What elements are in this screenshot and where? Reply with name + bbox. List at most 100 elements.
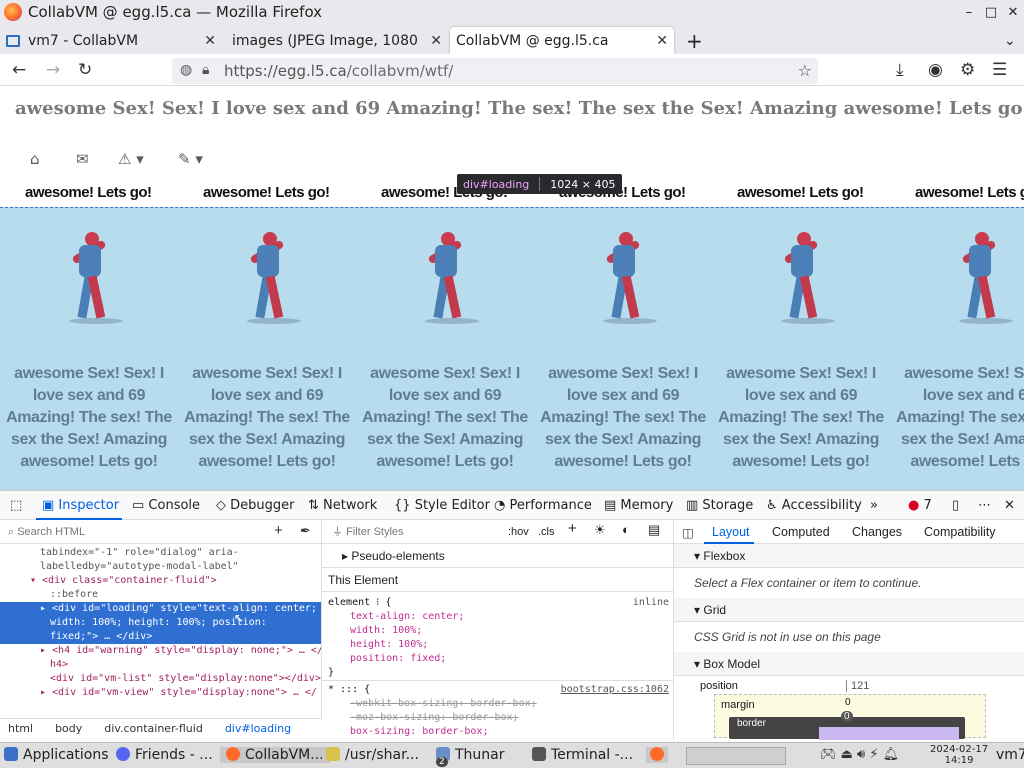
toggle-panel-icon[interactable]: ◫ [682, 525, 694, 540]
eyedropper-icon[interactable]: ✒ [300, 524, 311, 538]
lock-icon[interactable]: 🔒︎ [202, 62, 209, 78]
rule-decl-overridden[interactable]: -webkit-box-sizing: border-box; [322, 697, 673, 711]
taskbar-item-collabvm[interactable]: CollabVM... [220, 747, 330, 763]
markup-line[interactable]: labelledby="autotype-modal-label" [0, 560, 321, 574]
margin-value[interactable]: 0 [845, 697, 851, 708]
rule-source-link[interactable]: bootstrap.css:1062 [561, 683, 669, 697]
pick-element-icon[interactable]: ⬚ [10, 498, 22, 513]
workspace-switcher[interactable] [686, 747, 786, 765]
error-count-badge[interactable]: ● 7 [908, 498, 932, 513]
tab-inspector[interactable]: ▣ Inspector [42, 498, 119, 513]
minimize-button[interactable]: – [958, 5, 980, 20]
firefox-launcher-icon[interactable] [646, 747, 668, 763]
user-name[interactable]: vm7 [996, 747, 1024, 763]
search-icon: ⌕ [8, 525, 18, 538]
extensions-icon[interactable]: ⚙ [960, 60, 975, 80]
tab-layout[interactable]: Layout [712, 525, 750, 539]
tab-storage[interactable]: ▥ Storage [686, 498, 753, 513]
close-tab-icon[interactable]: ✕ [656, 33, 668, 49]
markup-line-selected[interactable]: fixed;"> … </div> [0, 630, 321, 644]
tab-vm7[interactable]: vm7 - CollabVM ✕ [0, 27, 222, 54]
add-rule-icon[interactable]: + [568, 521, 577, 536]
rule-decl[interactable]: width: 100%; [322, 624, 673, 638]
home-icon[interactable]: ⌂ [30, 150, 40, 168]
rule-decl[interactable]: text-align: center; [322, 610, 673, 624]
position-value: 121 [846, 680, 869, 692]
brush-icon[interactable]: ✎ ▾ [178, 150, 203, 168]
tab-collabvm[interactable]: CollabVM @ egg.l5.ca ✕ [450, 27, 674, 54]
breadcrumb-item[interactable]: div.container-fluid [104, 722, 203, 735]
rule-decl[interactable]: height: 100%; [322, 638, 673, 652]
grid-section-header[interactable]: ▾ Grid [674, 598, 1024, 622]
dancing-spiderman-image [771, 232, 835, 327]
tray-icons[interactable]: 🎮︎ ⏏ 🔊︎ ⚡ 🔔︎ [820, 747, 899, 762]
close-tab-icon[interactable]: ✕ [430, 33, 442, 49]
markup-line[interactable]: ▸ <div id="vm-view" style="display:none"… [0, 686, 321, 700]
tab-debugger[interactable]: ◇ Debugger [216, 498, 295, 513]
tab-changes[interactable]: Changes [852, 525, 902, 539]
flexbox-section-header[interactable]: ▾ Flexbox [674, 544, 1024, 568]
menu-icon[interactable]: ☰ [992, 60, 1007, 80]
dock-side-icon[interactable]: ▯ [952, 498, 959, 513]
light-scheme-icon[interactable]: ☀ [594, 523, 606, 537]
taskbar-item-friends[interactable]: Friends - ... [116, 747, 213, 763]
back-icon[interactable]: ← [12, 60, 26, 80]
hov-toggle[interactable]: :hov [508, 525, 529, 539]
search-html-input[interactable]: ⌕ Search HTML + ✒ [0, 520, 321, 544]
pseudo-elements-toggle[interactable]: ▸ Pseudo-elements [322, 544, 673, 568]
mail-icon[interactable]: ✉ [76, 150, 89, 168]
taskbar-item-usr-share[interactable]: /usr/shar... [326, 747, 419, 763]
tab-compatibility[interactable]: Compatibility [924, 525, 996, 539]
clock[interactable]: 2024-02-17 14:19 [930, 744, 988, 766]
breadcrumb-item-active[interactable]: div#loading [225, 722, 291, 735]
taskbar-item-terminal[interactable]: Terminal -... [532, 747, 633, 763]
forward-icon[interactable]: → [46, 60, 60, 80]
new-tab-button[interactable]: + [680, 27, 709, 54]
downloads-icon[interactable]: ⤓ [896, 60, 904, 80]
close-tab-icon[interactable]: ✕ [204, 33, 216, 49]
tab-images[interactable]: images (JPEG Image, 1080 ✕ [226, 27, 448, 54]
markup-line[interactable]: h4> [0, 658, 321, 672]
dancing-spiderman-image [59, 232, 123, 327]
tab-performance[interactable]: ◔ Performance [494, 498, 592, 513]
markup-line-selected[interactable]: ▸ <div id="loading" style="text-align: c… [0, 602, 321, 616]
close-devtools-icon[interactable]: ✕ [1004, 498, 1015, 513]
tab-memory[interactable]: ▤ Memory [604, 498, 673, 513]
tab-style-editor[interactable]: {} Style Editor [394, 498, 490, 513]
account-icon[interactable]: ◉ [928, 60, 943, 80]
markup-line[interactable]: ▸ <h4 id="warning" style="display: none;… [0, 644, 321, 658]
rule-decl-overridden[interactable]: -moz-box-sizing: border-box; [322, 711, 673, 725]
print-media-icon[interactable]: ▤ [648, 523, 660, 537]
cls-toggle[interactable]: .cls [538, 525, 555, 539]
close-button[interactable]: ✕ [1002, 5, 1024, 20]
markup-line-selected[interactable]: width: 100%; height: 100%; position: [0, 616, 321, 630]
bookmark-star-icon[interactable]: ☆ [798, 61, 812, 80]
warning-icon[interactable]: ⚠ ▾ [118, 150, 144, 168]
applications-menu[interactable]: Applications [4, 747, 109, 763]
more-tabs-icon[interactable]: » [870, 498, 878, 513]
border-value[interactable]: 0 [841, 711, 853, 722]
markup-line[interactable]: tabindex="-1" role="dialog" aria- [0, 544, 321, 560]
list-tabs-icon[interactable]: ⌄ [998, 27, 1022, 54]
tab-network[interactable]: ⇅ Network [308, 498, 377, 513]
markup-line[interactable]: <div id="vm-list" style="display:none"><… [0, 672, 321, 686]
tab-computed[interactable]: Computed [772, 525, 830, 539]
box-model-section-header[interactable]: ▾ Box Model [674, 652, 1024, 676]
devtools-options-icon[interactable]: ⋯ [978, 498, 991, 513]
rule-decl[interactable]: position: fixed; [322, 652, 673, 666]
url-bar[interactable]: ◍ 🔒︎ https://egg.l5.ca/collabvm/wtf/ ☆ [172, 58, 818, 84]
tab-accessibility[interactable]: ♿︎ Accessibility [766, 498, 862, 513]
tab-console[interactable]: ▭ Console [132, 498, 200, 513]
markup-line[interactable]: ▾ <div class="container-fluid"> [0, 574, 321, 588]
filter-styles-input[interactable]: ⏚ Filter Styles :hov .cls + ☀ ◐ ▤ [322, 520, 673, 544]
add-node-icon[interactable]: + [274, 523, 283, 538]
markup-line[interactable]: ::before [0, 588, 321, 602]
dark-scheme-icon[interactable]: ◐ [622, 523, 630, 537]
taskbar-item-thunar[interactable]: Thunar 2 [436, 747, 505, 767]
reload-icon[interactable]: ↻ [78, 60, 92, 80]
breadcrumb-item[interactable]: html [8, 722, 33, 735]
breadcrumb-item[interactable]: body [55, 722, 82, 735]
rule-decl[interactable]: box-sizing: border-box; [322, 725, 673, 739]
maximize-button[interactable]: □ [980, 5, 1002, 20]
site-info-icon[interactable]: ◍ [180, 62, 192, 78]
